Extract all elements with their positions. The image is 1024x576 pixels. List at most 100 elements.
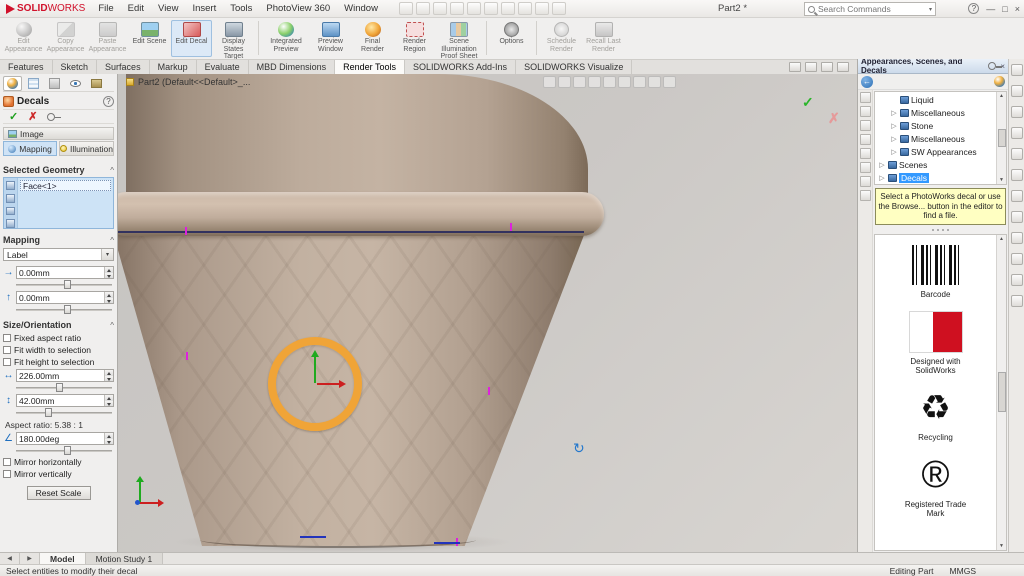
decal-width-slider[interactable] xyxy=(16,383,112,392)
vertical-offset-input[interactable] xyxy=(17,292,104,303)
graphics-viewport[interactable]: ↻ ✓ ✗ Part2 (Default<<Default>_... xyxy=(118,74,857,552)
strip-messages-icon[interactable] xyxy=(1011,253,1023,265)
decal-item-recycling[interactable]: ♻ Recycling xyxy=(908,386,964,442)
units-selector[interactable]: MMGS xyxy=(950,566,976,576)
motion-study-tab[interactable]: Motion Study 1 xyxy=(86,553,164,564)
final-render-button[interactable]: Final Render xyxy=(352,20,393,57)
spinner-buttons[interactable] xyxy=(104,292,113,303)
display-states-target-button[interactable]: Display States Target xyxy=(213,20,254,57)
mirror-horizontally-checkbox[interactable]: Mirror horizontally xyxy=(3,456,114,467)
fit-width-checkbox[interactable]: Fit width to selection xyxy=(3,344,114,355)
print-icon[interactable] xyxy=(450,2,464,15)
model-tab[interactable]: Model xyxy=(40,553,86,564)
geometry-list-item[interactable]: Face<1> xyxy=(20,180,111,191)
strip-collapse-icon[interactable] xyxy=(1011,295,1023,307)
pm-tab-mapping[interactable]: Mapping xyxy=(3,141,57,156)
redo-icon[interactable] xyxy=(484,2,498,15)
view-settings-icon[interactable] xyxy=(663,76,676,88)
tab-markup[interactable]: Markup xyxy=(150,60,197,74)
pm-tab-image[interactable]: Image xyxy=(3,127,114,140)
tab-evaluate[interactable]: Evaluate xyxy=(197,60,249,74)
tree-item-decals[interactable]: ▷Decals xyxy=(875,171,996,184)
pm-help-icon[interactable]: ? xyxy=(103,96,114,107)
tab-solidworks-addins[interactable]: SOLIDWORKS Add-Ins xyxy=(405,60,516,74)
sw-resources-icon[interactable] xyxy=(860,92,871,103)
menu-window[interactable]: Window xyxy=(337,0,385,18)
select-icon[interactable] xyxy=(501,2,515,15)
decal-handle-tick[interactable] xyxy=(488,387,490,395)
pane-splitter[interactable] xyxy=(873,227,1008,234)
spinner-buttons[interactable] xyxy=(104,267,113,278)
ok-button[interactable]: ✓ xyxy=(9,110,18,123)
tree-item-liquid[interactable]: Liquid xyxy=(875,93,996,106)
tab-surfaces[interactable]: Surfaces xyxy=(97,60,150,74)
hide-show-items-icon[interactable] xyxy=(633,76,646,88)
tab-render-tools[interactable]: Render Tools xyxy=(335,60,405,74)
property-manager-tab[interactable] xyxy=(3,76,22,91)
tree-item-miscellaneous-2[interactable]: ▷Miscellaneous xyxy=(875,132,996,145)
minimize-icon[interactable]: — xyxy=(986,4,995,14)
render-options-button[interactable]: Options xyxy=(491,20,532,57)
rebuild-icon[interactable] xyxy=(518,2,532,15)
configuration-manager-tab[interactable] xyxy=(45,76,64,91)
decal-height-input[interactable] xyxy=(17,395,104,406)
previous-view-icon[interactable] xyxy=(573,76,586,88)
strip-palette-icon[interactable] xyxy=(1011,127,1023,139)
thumbnails-scrollbar[interactable]: ▲ ▼ xyxy=(996,235,1006,551)
options-icon[interactable] xyxy=(552,2,566,15)
edit-decal-button[interactable]: Edit Decal xyxy=(171,20,212,57)
display-style-icon[interactable] xyxy=(618,76,631,88)
decal-item-designed-with-solidworks[interactable]: Designed with SolidWorks xyxy=(901,310,971,375)
scrollbar-thumb[interactable] xyxy=(998,129,1006,147)
select-plane-icon[interactable] xyxy=(6,219,15,228)
help-icon[interactable]: ? xyxy=(968,3,979,14)
pm-tab-illumination[interactable]: Illumination xyxy=(59,141,114,156)
integrated-preview-button[interactable]: Integrated Preview xyxy=(263,20,309,57)
undo-icon[interactable] xyxy=(467,2,481,15)
forum-icon[interactable] xyxy=(860,176,871,187)
edit-scene-button[interactable]: Edit Scene xyxy=(129,20,170,57)
cup-upper-wall[interactable] xyxy=(126,74,588,200)
strip-forum-icon[interactable] xyxy=(1011,190,1023,202)
scroll-down-icon[interactable]: ▼ xyxy=(999,543,1004,549)
strip-library-icon[interactable] xyxy=(1011,85,1023,97)
appearances-tab-icon[interactable] xyxy=(860,148,871,159)
decal-x-axis-arrow[interactable] xyxy=(317,383,339,385)
menu-insert[interactable]: Insert xyxy=(185,0,223,18)
vertical-offset-slider[interactable] xyxy=(16,305,112,314)
zoom-fit-icon[interactable] xyxy=(543,76,556,88)
selected-geometry-list[interactable]: Face<1> xyxy=(18,178,113,228)
file-properties-icon[interactable] xyxy=(535,2,549,15)
design-library-icon[interactable] xyxy=(860,106,871,117)
solidworks-logo[interactable]: SOLIDWORKS xyxy=(0,3,91,14)
decal-width-input[interactable] xyxy=(17,370,104,381)
back-icon[interactable]: ← xyxy=(861,76,873,88)
decal-handle-tick[interactable] xyxy=(186,352,188,360)
viewport-close-icon[interactable] xyxy=(837,62,849,72)
extra-pane-icon[interactable] xyxy=(860,190,871,201)
edit-appearance-button[interactable]: Edit Appearance xyxy=(3,20,44,57)
select-body-icon[interactable] xyxy=(6,207,15,216)
strip-help-icon[interactable] xyxy=(1011,274,1023,286)
tree-item-scenes[interactable]: ▷Scenes xyxy=(875,158,996,171)
spinner-buttons[interactable] xyxy=(104,395,113,406)
decal-y-axis-arrow[interactable] xyxy=(314,357,316,383)
breadcrumb[interactable]: Part2 (Default<<Default>_... xyxy=(126,77,250,87)
tree-item-stone[interactable]: ▷Stone xyxy=(875,119,996,132)
paste-appearance-button[interactable]: Paste Appearance xyxy=(87,20,128,57)
select-face-icon[interactable] xyxy=(6,181,15,190)
tab-solidworks-visualize[interactable]: SOLIDWORKS Visualize xyxy=(516,60,632,74)
view-orientation-icon[interactable] xyxy=(603,76,616,88)
display-manager-tab[interactable] xyxy=(66,76,85,91)
dimxpert-manager-tab[interactable] xyxy=(87,76,106,91)
render-region-button[interactable]: Render Region xyxy=(394,20,435,57)
fixed-aspect-ratio-checkbox[interactable]: Fixed aspect ratio xyxy=(3,332,114,343)
custom-properties-icon[interactable] xyxy=(860,162,871,173)
scroll-down-icon[interactable]: ▼ xyxy=(999,177,1004,183)
tree-item-miscellaneous[interactable]: ▷Miscellaneous xyxy=(875,106,996,119)
section-view-icon[interactable] xyxy=(588,76,601,88)
mapping-section-header[interactable]: Mapping^ xyxy=(3,234,114,246)
tab-features[interactable]: Features xyxy=(0,60,53,74)
strip-resources-icon[interactable] xyxy=(1011,64,1023,76)
appearance-target-icon[interactable] xyxy=(994,76,1005,87)
